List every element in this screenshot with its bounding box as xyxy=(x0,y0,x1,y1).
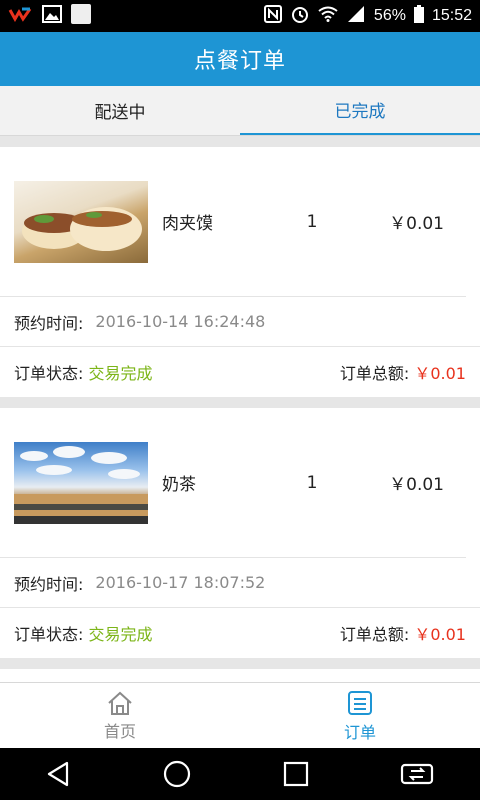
app-notification-icon xyxy=(8,6,34,27)
order-total-value: ￥0.01 xyxy=(414,364,466,383)
app-header: 点餐订单 xyxy=(0,32,480,86)
reservation-time-label: 预约时间: xyxy=(14,574,84,594)
page-title: 点餐订单 xyxy=(193,49,286,74)
food-thumbnail xyxy=(14,441,148,524)
nfc-icon xyxy=(263,4,282,28)
order-card[interactable]: 肉夹馍 1 ￥0.01 预约时间: 2016-10-14 16:24:48 订单… xyxy=(0,147,480,397)
order-total-label: 订单总额: xyxy=(339,625,410,644)
nav-home[interactable]: 首页 xyxy=(0,683,240,748)
home-button-icon[interactable] xyxy=(162,759,192,789)
nav-home-label: 首页 xyxy=(103,721,136,741)
reservation-time-value: 2016-10-17 18:07:52 xyxy=(95,573,266,592)
order-status: 订单状态: 交易完成 xyxy=(14,360,153,384)
alarm-icon xyxy=(290,4,310,29)
order-total: 订单总额: ￥0.01 xyxy=(340,621,466,645)
order-item-row[interactable]: 奶茶 1 ￥0.01 xyxy=(0,408,466,558)
status-bar-system: 56% 15:52 xyxy=(263,4,472,29)
status-bar: 56% 15:52 xyxy=(0,0,480,32)
system-nav-bar xyxy=(0,748,480,800)
order-list[interactable]: 肉夹馍 1 ￥0.01 预约时间: 2016-10-14 16:24:48 订单… xyxy=(0,136,480,682)
order-total-value: ￥0.01 xyxy=(414,625,466,644)
reservation-time-value: 2016-10-14 16:24:48 xyxy=(95,312,266,331)
order-status-label: 订单状态: xyxy=(14,364,84,383)
item-name: 肉夹馍 xyxy=(162,214,213,234)
recents-icon[interactable] xyxy=(282,760,310,788)
nav-orders-label: 订单 xyxy=(343,722,376,742)
reservation-time-row: 预约时间: 2016-10-17 18:07:52 xyxy=(0,558,480,608)
reservation-time-row: 预约时间: 2016-10-14 16:24:48 xyxy=(0,297,480,347)
battery-icon xyxy=(413,4,424,28)
order-status-value: 交易完成 xyxy=(88,364,153,383)
nav-orders[interactable]: 订单 xyxy=(240,683,480,748)
tab-label: 已完成 xyxy=(334,102,386,122)
order-status-row: 订单状态: 交易完成 订单总额: ￥0.01 xyxy=(0,347,480,397)
back-icon[interactable] xyxy=(45,760,73,788)
item-quantity: 1 xyxy=(306,211,318,232)
order-status-row: 订单状态: 交易完成 订单总额: ￥0.01 xyxy=(0,608,480,658)
item-price: ￥0.01 xyxy=(389,475,444,495)
wifi-icon xyxy=(318,6,338,27)
home-icon xyxy=(108,691,132,715)
switch-app-icon[interactable] xyxy=(399,760,435,788)
order-card-partial[interactable] xyxy=(0,669,480,682)
tab-label: 配送中 xyxy=(94,103,146,123)
order-card[interactable]: 奶茶 1 ￥0.01 预约时间: 2016-10-17 18:07:52 订单状… xyxy=(0,408,480,658)
order-total: 订单总额: ￥0.01 xyxy=(340,360,466,384)
order-status-label: 订单状态: xyxy=(14,625,84,644)
food-thumbnail xyxy=(14,180,148,263)
order-item-row[interactable]: 肉夹馍 1 ￥0.01 xyxy=(0,147,466,297)
status-bar-notifications xyxy=(8,3,92,30)
image-notification-icon xyxy=(42,4,62,28)
item-quantity: 1 xyxy=(306,472,318,493)
tab-completed[interactable]: 已完成 xyxy=(240,86,480,135)
order-icon xyxy=(348,690,372,715)
signal-icon xyxy=(346,5,366,28)
status-time: 15:52 xyxy=(431,7,472,24)
order-status-value: 交易完成 xyxy=(88,625,153,644)
order-status: 订单状态: 交易完成 xyxy=(14,621,153,645)
battery-percent: 56% xyxy=(373,7,406,24)
blank-notification-icon xyxy=(70,3,92,30)
order-tabs: 配送中 已完成 xyxy=(0,86,480,136)
tab-delivering[interactable]: 配送中 xyxy=(0,86,240,135)
item-name: 奶茶 xyxy=(162,475,196,495)
order-total-label: 订单总额: xyxy=(339,364,410,383)
item-price: ￥0.01 xyxy=(389,214,444,234)
bottom-nav: 首页 订单 xyxy=(0,682,480,748)
reservation-time-label: 预约时间: xyxy=(14,313,84,333)
